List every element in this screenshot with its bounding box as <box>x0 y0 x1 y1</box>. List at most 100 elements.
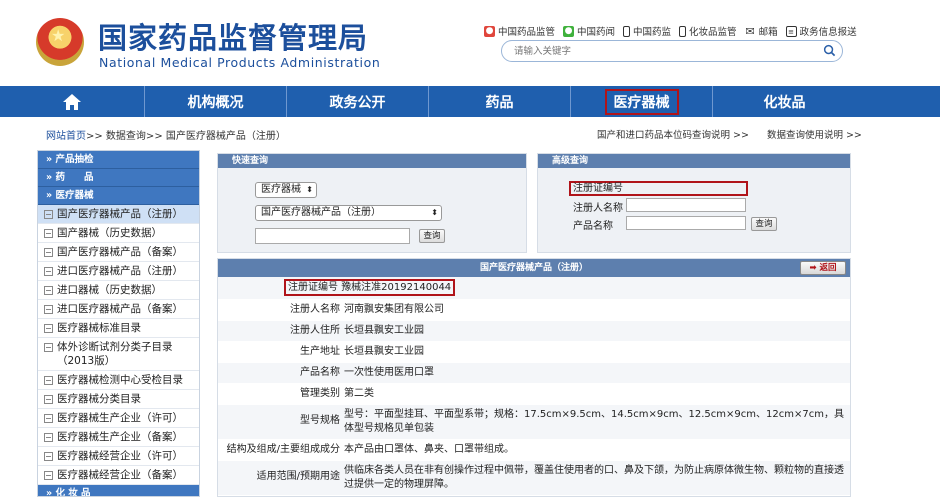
main-nav: 机构概况 政务公开 药品 医疗器械 化妆品 <box>0 86 940 117</box>
row-value: 河南飘安集团有限公司 <box>344 304 444 315</box>
table-row: 注册人住所 长垣县飘安工业园 <box>218 321 850 342</box>
collapse-icon <box>44 267 53 276</box>
sidebar-item[interactable]: 医疗器械标准目录 <box>38 319 199 338</box>
national-emblem-logo: ★ <box>36 18 84 66</box>
row-value: 供临床各类人员在非有创操作过程中佩带，覆盖住使用者的口、鼻及下颌，为防止病原体微… <box>344 465 844 490</box>
nav-home[interactable] <box>0 86 145 117</box>
row-value: 第二类 <box>344 388 374 399</box>
sidebar: » 产品抽检 » 药 品 » 医疗器械 国产医疗器械产品（注册） 国产器械（历史… <box>37 150 200 497</box>
row-value: 型号：平面型挂耳、平面型系带；规格：17.5cm×9.5cm、14.5cm×9c… <box>344 409 844 434</box>
collapse-icon <box>44 395 53 404</box>
row-label: 注册证编号 <box>288 282 338 293</box>
detail-rows: 注册证编号 豫械注准20192140044 注册人名称 河南飘安集团有限公司 注册… <box>218 277 850 496</box>
mobile-icon <box>679 25 687 37</box>
sidebar-item[interactable]: 医疗器械经营企业（许可） <box>38 447 199 466</box>
row-label: 注册人名称 <box>290 304 340 315</box>
back-button[interactable]: ➡ 返回 <box>800 261 846 275</box>
back-arrow-icon: ➡ <box>809 263 817 273</box>
registrant-name-label: 注册人名称 <box>573 203 623 214</box>
collapse-icon <box>44 433 53 442</box>
collapse-icon <box>44 343 53 352</box>
quick-query-panel: 快速查询 医疗器械 ⬍ 国产医疗器械产品（注册） ⬍ 查询 <box>217 153 527 253</box>
top-link-info[interactable]: ≡ 政务信息报送 <box>785 24 857 38</box>
row-label: 型号规格 <box>300 415 340 426</box>
database-select[interactable]: 国产医疗器械产品（注册） ⬍ <box>255 205 442 221</box>
collapse-icon <box>44 305 53 314</box>
collapse-icon <box>44 324 53 333</box>
info-icon: ≡ <box>785 25 797 37</box>
table-row: 型号规格 型号：平面型挂耳、平面型系带；规格：17.5cm×9.5cm、14.5c… <box>218 405 850 440</box>
row-label: 注册人住所 <box>290 325 340 336</box>
collapse-icon <box>44 452 53 461</box>
row-value: 一次性使用医用口罩 <box>344 367 434 378</box>
registration-number-field[interactable]: 注册证编号 <box>569 181 748 196</box>
help-link-usage[interactable]: 数据查询使用说明 >> <box>767 127 862 141</box>
quick-search-input[interactable] <box>255 228 410 244</box>
collapse-icon <box>44 414 53 423</box>
nav-cosmetics[interactable]: 化妆品 <box>713 86 856 117</box>
sidebar-section-cosmetics[interactable]: » 化 妆 品 <box>38 485 199 496</box>
mail-icon: ✉ <box>745 24 755 38</box>
collapse-icon <box>44 376 53 385</box>
top-link-weibo[interactable]: ● 中国药品监管 <box>484 24 555 38</box>
sidebar-item[interactable]: 体外诊断试剂分类子目录（2013版） <box>38 338 199 371</box>
top-link-mobile-2[interactable]: 化妆品监管 <box>679 24 737 38</box>
advanced-search-button[interactable]: 查询 <box>751 217 777 231</box>
nav-institution[interactable]: 机构概况 <box>145 86 287 117</box>
row-label: 产品名称 <box>300 367 340 378</box>
site-title: 国家药品监督管理局 <box>98 21 369 55</box>
breadcrumb-home-link[interactable]: 网站首页 <box>46 131 86 142</box>
category-select[interactable]: 医疗器械 ⬍ <box>255 182 317 198</box>
advanced-query-title: 高级查询 <box>538 154 850 168</box>
sidebar-section-drugs[interactable]: » 药 品 <box>38 169 199 187</box>
collapse-icon <box>44 286 53 295</box>
home-icon <box>63 93 81 110</box>
row-value: 豫械注准20192140044 <box>341 282 452 293</box>
sidebar-item[interactable]: 医疗器械分类目录 <box>38 390 199 409</box>
breadcrumb: 网站首页>> 数据查询>> 国产医疗器械产品（注册） <box>46 127 286 142</box>
detail-title: 国产医疗器械产品（注册） ➡ 返回 <box>218 259 850 277</box>
top-links: ● 中国药品监管 ● 中国药闻 中国药监 化妆品监管 ✉ 邮箱 ≡ 政务信息报送 <box>484 24 857 38</box>
site-header: ★ 国家药品监督管理局 National Medical Products Ad… <box>0 0 940 86</box>
row-value: 长垣县飘安工业园 <box>344 325 424 336</box>
table-row: 适用范围/预期用途 供临床各类人员在非有创操作过程中佩带，覆盖住使用者的口、鼻及下… <box>218 461 850 496</box>
sidebar-item[interactable]: 医疗器械经营企业（备案） <box>38 466 199 485</box>
sidebar-item[interactable]: 国产医疗器械产品（注册） <box>38 205 199 224</box>
search-input[interactable] <box>514 44 814 58</box>
table-row: 结构及组成/主要组成成分 本产品由口罩体、鼻夹、口罩带组成。 <box>218 440 850 461</box>
collapse-icon <box>44 248 53 257</box>
quick-search-button[interactable]: 查询 <box>419 229 445 243</box>
search-box <box>501 40 843 62</box>
select-arrow-icon: ⬍ <box>306 185 313 194</box>
registrant-name-input[interactable] <box>626 198 746 212</box>
product-name-input[interactable] <box>626 216 746 230</box>
sidebar-item[interactable]: 国产医疗器械产品（备案） <box>38 243 199 262</box>
collapse-icon <box>44 210 53 219</box>
top-link-mail[interactable]: ✉ 邮箱 <box>745 24 777 39</box>
sidebar-section-sampling[interactable]: » 产品抽检 <box>38 151 199 169</box>
table-row: 注册人名称 河南飘安集团有限公司 <box>218 300 850 321</box>
nav-medical-devices[interactable]: 医疗器械 <box>571 86 713 117</box>
breadcrumb-row: 网站首页>> 数据查询>> 国产医疗器械产品（注册） 国产和进口药品本位码查询说… <box>0 117 940 149</box>
sidebar-item[interactable]: 进口器械（历史数据） <box>38 281 199 300</box>
search-icon[interactable] <box>823 44 836 57</box>
row-value: 本产品由口罩体、鼻夹、口罩带组成。 <box>344 444 514 455</box>
help-link-code-query[interactable]: 国产和进口药品本位码查询说明 >> <box>597 127 749 141</box>
wechat-icon: ● <box>563 25 575 37</box>
sidebar-item[interactable]: 医疗器械检测中心受检目录 <box>38 371 199 390</box>
quick-query-title: 快速查询 <box>218 154 526 168</box>
advanced-query-panel: 高级查询 注册证编号 注册人名称 产品名称 查询 <box>537 153 851 253</box>
sidebar-item[interactable]: 国产器械（历史数据） <box>38 224 199 243</box>
sidebar-item[interactable]: 医疗器械生产企业（备案） <box>38 428 199 447</box>
sidebar-item[interactable]: 医疗器械生产企业（许可） <box>38 409 199 428</box>
top-link-wechat[interactable]: ● 中国药闻 <box>563 24 615 38</box>
site-subtitle: National Medical Products Administration <box>99 55 381 70</box>
nav-drugs[interactable]: 药品 <box>429 86 571 117</box>
sidebar-section-devices[interactable]: » 医疗器械 <box>38 187 199 205</box>
sidebar-item[interactable]: 进口医疗器械产品（备案） <box>38 300 199 319</box>
top-link-mobile-1[interactable]: 中国药监 <box>623 24 671 38</box>
sidebar-item[interactable]: 进口医疗器械产品（注册） <box>38 262 199 281</box>
nav-government-affairs[interactable]: 政务公开 <box>287 86 429 117</box>
weibo-icon: ● <box>484 25 495 37</box>
table-row: 管理类别 第二类 <box>218 384 850 405</box>
